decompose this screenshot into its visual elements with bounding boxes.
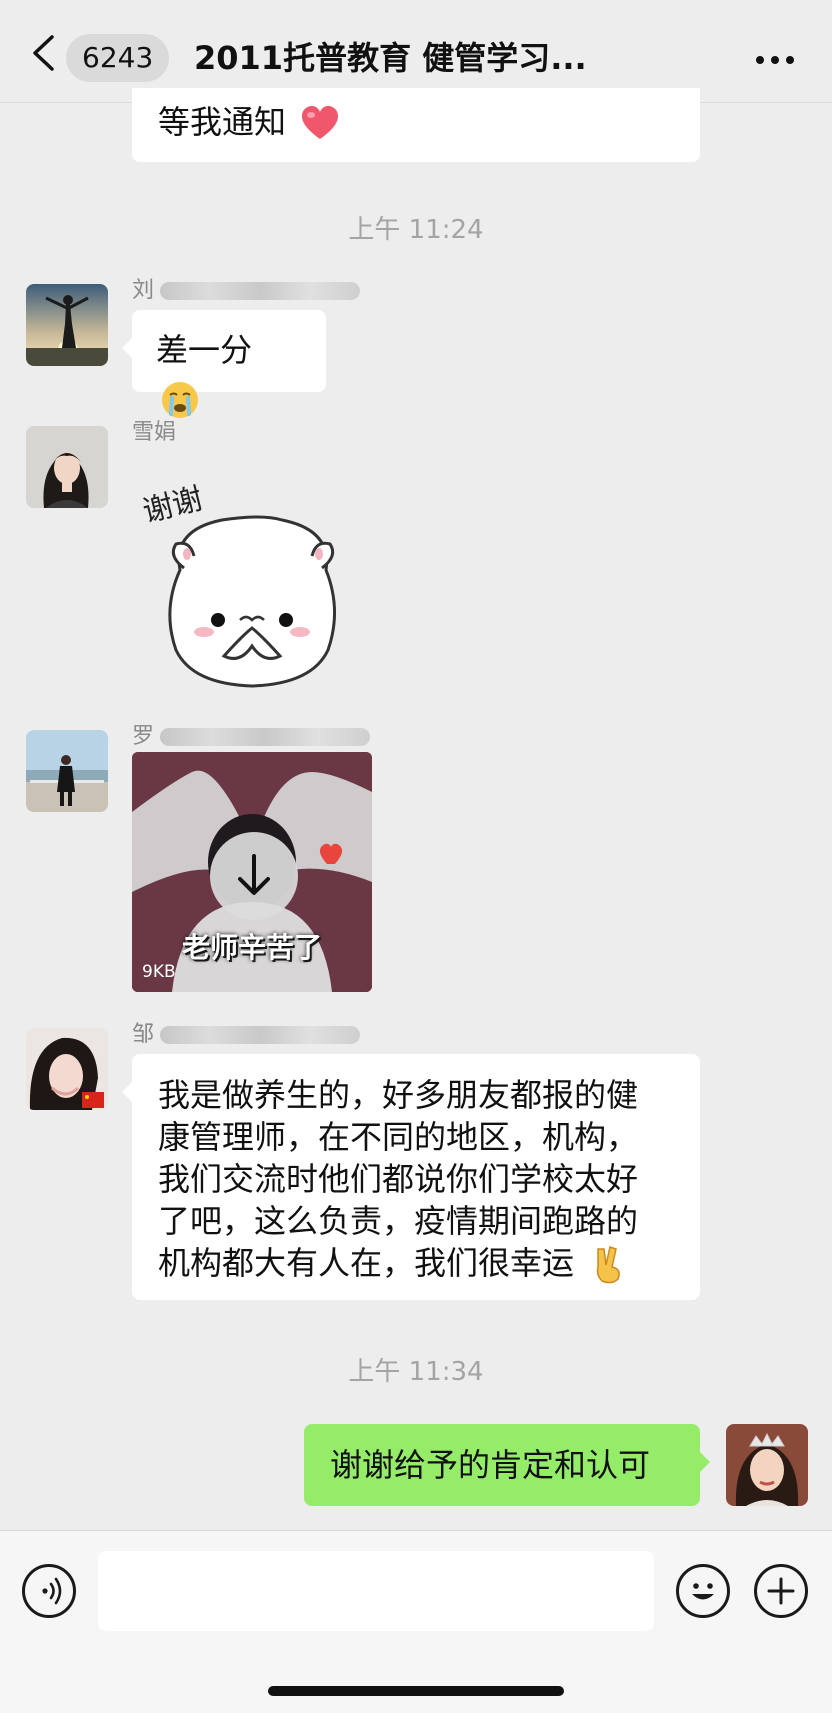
sender-name: 雪娟	[132, 420, 177, 445]
message-bubble[interactable]: 差一分	[122, 310, 326, 418]
video-message[interactable]: 老师辛苦了 9KB	[132, 752, 372, 992]
avatar[interactable]	[26, 426, 108, 508]
message-text-line: 我是做养生的，好多朋友都报的健	[158, 1076, 639, 1114]
avatar[interactable]	[26, 730, 108, 812]
file-size-label: 9KB	[142, 962, 176, 982]
message-input[interactable]	[98, 1551, 654, 1631]
back-arrow-icon[interactable]	[30, 34, 56, 72]
message-text-line: 康管理师，在不同的地区，机构，	[158, 1118, 639, 1156]
home-indicator	[268, 1686, 564, 1696]
avatar[interactable]	[26, 284, 108, 366]
message-bubble[interactable]: 谢谢给予的肯定和认可	[304, 1424, 710, 1506]
message-bubble[interactable]: 等我通知	[132, 88, 700, 162]
heart-emoji-icon	[302, 106, 339, 139]
sender-name: 邹	[132, 1020, 361, 1050]
download-arrow-icon	[238, 854, 270, 895]
message-text-line: 机构都大有人在，我们很幸运	[158, 1242, 674, 1285]
more-options-icon[interactable]	[756, 56, 794, 64]
message-text: 谢谢给予的肯定和认可	[330, 1446, 651, 1484]
plus-icon	[767, 1577, 795, 1605]
emoji-button[interactable]	[676, 1564, 730, 1618]
voice-icon	[42, 1577, 62, 1605]
sender-name: 罗	[132, 722, 371, 752]
emoji-icon	[692, 1583, 714, 1600]
crying-face-emoji-icon	[162, 382, 198, 418]
timestamp: 上午 11:24	[348, 215, 484, 245]
message-text-line: 我们交流时他们都说你们学校太好	[158, 1160, 639, 1198]
message-text: 等我通知	[158, 103, 287, 141]
sender-name: 刘	[132, 276, 361, 306]
download-button[interactable]	[210, 832, 298, 920]
message-text-line: 了吧，这么负责，疫情期间跑路的	[158, 1202, 639, 1240]
timestamp: 上午 11:34	[348, 1357, 484, 1387]
sticker-message[interactable]: 谢谢	[132, 460, 372, 690]
voice-button[interactable]	[22, 1564, 76, 1618]
more-actions-button[interactable]	[754, 1564, 808, 1618]
message-bubble[interactable]: 我是做养生的，好多朋友都报的健 康管理师，在不同的地区，机构， 我们交流时他们都…	[122, 1054, 700, 1300]
avatar-self[interactable]	[726, 1424, 808, 1506]
victory-hand-emoji-icon	[596, 1246, 621, 1284]
chat-title: 2011托普教育 健管学习...	[194, 39, 587, 77]
message-text: 差一分	[156, 331, 253, 369]
unread-count-badge[interactable]: 6243	[66, 34, 170, 82]
avatar[interactable]	[26, 1028, 108, 1110]
sticker-caption: 谢谢	[139, 481, 206, 529]
